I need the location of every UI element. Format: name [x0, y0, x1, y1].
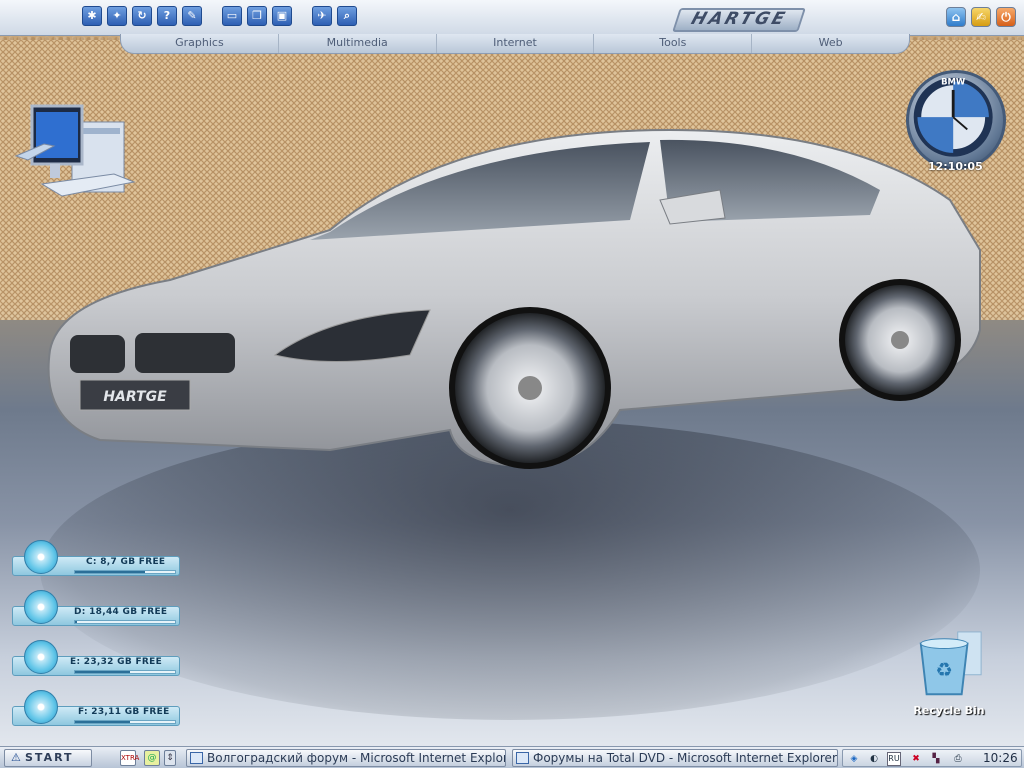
drive-usage-track	[74, 720, 176, 724]
drive-gauge-f[interactable]: F: 23,11 GB FREE	[12, 690, 182, 730]
ie-window-icon	[190, 752, 203, 764]
window-icon[interactable]: ▭	[222, 6, 242, 26]
language-indicator[interactable]: RU	[887, 752, 901, 766]
tab-tools[interactable]: Tools	[593, 34, 751, 53]
monitor-icon[interactable]: ▣	[272, 6, 292, 26]
recycle-bin-label: Recycle Bin	[913, 704, 985, 717]
antivirus-tray-icon[interactable]: ◐	[867, 752, 881, 766]
clock-widget-time: 12:10:05	[928, 160, 983, 173]
key-icon[interactable]: ✍	[971, 7, 991, 27]
tab-graphics[interactable]: Graphics	[121, 34, 278, 53]
bmw-clock-widget[interactable]: BMW	[906, 70, 1006, 170]
printer-tray-icon[interactable]: ⎙	[951, 752, 965, 766]
disc-icon	[24, 640, 58, 674]
task-label: Форумы на Total DVD - Microsoft Internet…	[533, 751, 837, 765]
car-image: HARTGE	[47, 128, 981, 469]
cascade-icon[interactable]: ❐	[247, 6, 267, 26]
start-button[interactable]: ⚠ START	[4, 749, 92, 767]
top-dock-background	[0, 0, 1024, 36]
drive-usage-fill	[75, 571, 145, 573]
my-computer-icon[interactable]	[14, 104, 140, 208]
drive-usage-fill	[75, 671, 130, 673]
task-label: Волгоградский форум - Microsoft Internet…	[207, 751, 506, 765]
tab-multimedia[interactable]: Multimedia	[277, 34, 436, 53]
disc-icon	[24, 690, 58, 724]
run-icon[interactable]: ✈	[312, 6, 332, 26]
help-icon[interactable]: ?	[157, 6, 177, 26]
recycle-bin-graphic: ♻	[919, 631, 982, 696]
bmw-clock-face: BMW	[913, 76, 993, 157]
ie-window-icon	[516, 752, 529, 764]
network-tray-icon[interactable]: ◈	[847, 752, 861, 766]
bmw-brand: BMW	[941, 76, 966, 86]
at-quicklaunch-icon[interactable]: @	[144, 750, 160, 766]
quicklaunch-scroll-icon[interactable]: ⇕	[164, 750, 176, 766]
tab-internet[interactable]: Internet	[435, 34, 594, 53]
drive-label: E: 23,32 GB FREE	[70, 657, 163, 667]
system-tray: ◈ ◐ RU ✖ ▚ ⎙ 10:26	[842, 749, 1022, 767]
svg-text:♻: ♻	[935, 659, 952, 682]
sparkle-icon[interactable]: ✦	[107, 6, 127, 26]
drive-usage-fill	[75, 621, 77, 623]
search-icon[interactable]: ⌕	[337, 6, 357, 26]
tab-web[interactable]: Web	[751, 34, 909, 53]
start-icon: ⚠	[11, 751, 23, 764]
hartge-logo: HARTGE	[672, 8, 806, 32]
app-tray-icon[interactable]: ▚	[929, 752, 943, 766]
pen-icon[interactable]: ✎	[182, 6, 202, 26]
recycle-bin-icon[interactable]: ♻ Recycle Bin	[912, 630, 986, 717]
drive-usage-track	[74, 620, 176, 624]
power-icon[interactable]: ⏻	[996, 7, 1016, 27]
drive-usage-track	[74, 670, 176, 674]
taskbar-clock[interactable]: 10:26	[983, 751, 1018, 765]
dock-tab-strip: Graphics Multimedia Internet Tools Web	[120, 34, 910, 54]
xtra-quicklaunch-icon[interactable]: XTRA	[120, 750, 139, 766]
taskbar: ⚠ START XTRA @ ⇕ Волгоградский форум - M…	[0, 746, 1024, 768]
drive-label: F: 23,11 GB FREE	[78, 707, 170, 717]
drive-gauge-c[interactable]: C: 8,7 GB FREE	[12, 540, 182, 580]
car-plate-text: HARTGE	[103, 389, 167, 405]
start-label: START	[25, 751, 74, 764]
settings-icon[interactable]: ✱	[82, 6, 102, 26]
drive-gauge-e[interactable]: E: 23,32 GB FREE	[12, 640, 182, 680]
taskbar-item-forum-totaldvd[interactable]: Форумы на Total DVD - Microsoft Internet…	[512, 749, 838, 767]
disc-icon	[24, 590, 58, 624]
disc-icon	[24, 540, 58, 574]
drive-usage-fill	[75, 721, 130, 723]
home-icon[interactable]: ⌂	[946, 7, 966, 27]
drive-label: C: 8,7 GB FREE	[86, 557, 166, 567]
taskbar-item-forum-volgograd[interactable]: Волгоградский форум - Microsoft Internet…	[186, 749, 506, 767]
drive-label: D: 18,44 GB FREE	[74, 607, 168, 617]
drive-usage-track	[74, 570, 176, 574]
messenger-tray-icon[interactable]: ✖	[909, 752, 923, 766]
top-dock: ✱ ✦ ↻ ? ✎ ▭ ❐ ▣ ✈ ⌕ HARTGE ⌂ ✍ ⏻ Graphic…	[0, 0, 1024, 54]
drive-gauge-d[interactable]: D: 18,44 GB FREE	[12, 590, 182, 630]
refresh-icon[interactable]: ↻	[132, 6, 152, 26]
